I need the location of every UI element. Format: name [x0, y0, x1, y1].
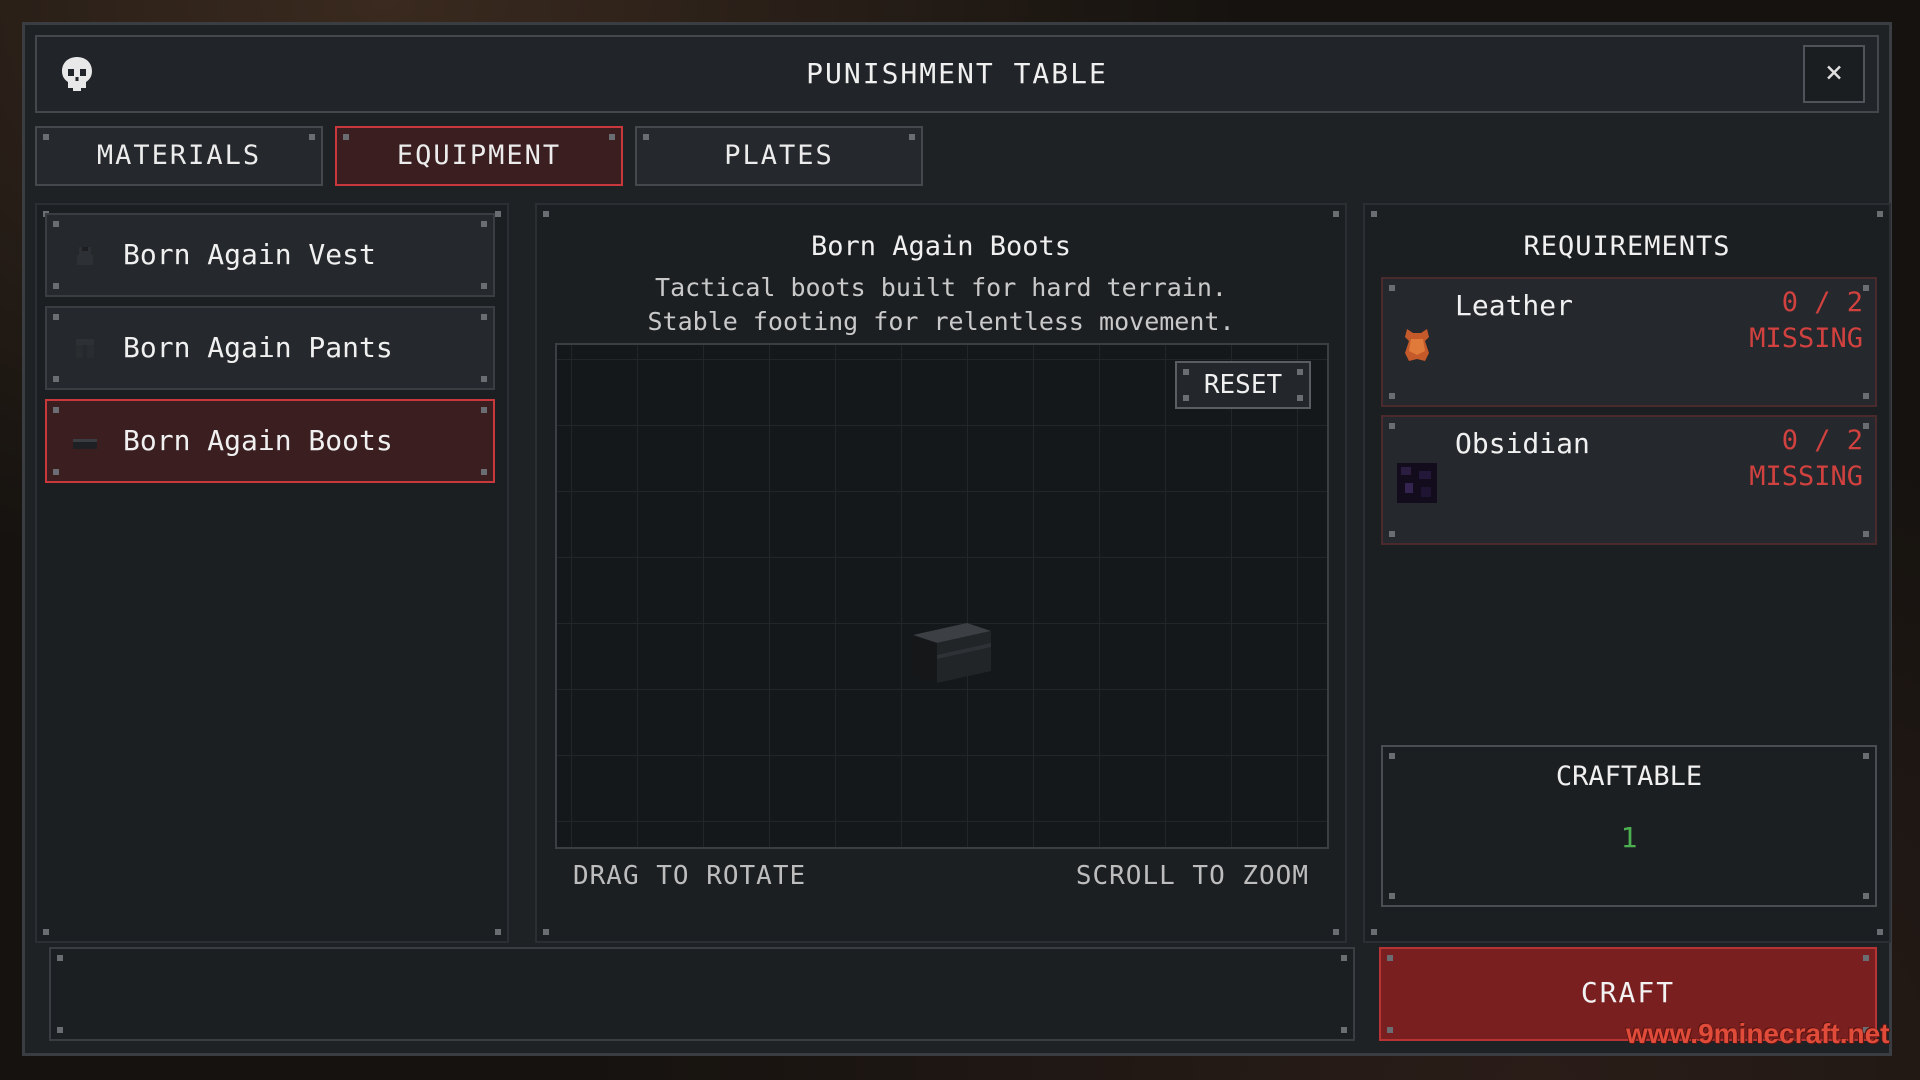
punishment-table-window: PUNISHMENT TABLE × MATERIALS EQUIPMENT P…: [22, 22, 1892, 1056]
requirements-panel: REQUIREMENTS Leather 0 / 2 MISSING Obsid…: [1363, 203, 1891, 943]
tab-materials[interactable]: MATERIALS: [35, 126, 323, 186]
requirement-leather: Leather 0 / 2 MISSING: [1381, 277, 1877, 407]
list-item-born-again-pants[interactable]: Born Again Pants: [45, 306, 495, 390]
list-item-born-again-boots[interactable]: Born Again Boots: [45, 399, 495, 483]
leather-icon: [1405, 329, 1429, 361]
3d-model-viewport[interactable]: RESET: [555, 343, 1329, 849]
watermark: www.9minecraft.net: [1626, 1018, 1890, 1049]
vest-icon: [73, 247, 97, 265]
pants-icon: [76, 339, 94, 358]
tab-equipment[interactable]: EQUIPMENT: [335, 126, 623, 186]
title-bar: PUNISHMENT TABLE ×: [35, 35, 1879, 113]
requirement-obsidian: Obsidian 0 / 2 MISSING: [1381, 415, 1877, 545]
equipment-list-panel: Born Again Vest Born Again Pants Born Ag…: [35, 203, 509, 943]
window-title: PUNISHMENT TABLE: [806, 57, 1108, 90]
preview-panel: Born Again Boots Tactical boots built fo…: [535, 203, 1347, 943]
list-item-born-again-vest[interactable]: Born Again Vest: [45, 213, 495, 297]
output-slot-bar: [49, 947, 1355, 1041]
craftable-label: CRAFTABLE: [1555, 761, 1703, 792]
reset-button[interactable]: RESET: [1175, 361, 1311, 409]
requirement-name: Obsidian: [1455, 427, 1590, 460]
description-line-2: Stable footing for relentless movement.: [647, 307, 1235, 336]
description-line-1: Tactical boots built for hard terrain.: [655, 273, 1227, 302]
obsidian-icon: [1397, 463, 1437, 503]
requirements-title: REQUIREMENTS: [1523, 231, 1731, 262]
drag-to-rotate-hint: DRAG TO ROTATE: [573, 861, 807, 891]
scroll-to-zoom-hint: SCROLL TO ZOOM: [1075, 861, 1309, 891]
list-item-label: Born Again Vest: [123, 238, 376, 271]
requirement-status: MISSING: [1749, 323, 1863, 354]
preview-title: Born Again Boots: [810, 231, 1072, 262]
requirement-count: 0 / 2: [1781, 287, 1863, 318]
requirement-name: Leather: [1455, 289, 1574, 322]
boots-model: [913, 623, 991, 683]
tab-plates[interactable]: PLATES: [635, 126, 923, 186]
craftable-count: 1: [1620, 821, 1638, 854]
preview-description: Tactical boots built for hard terrain. S…: [537, 271, 1345, 339]
list-item-label: Born Again Boots: [123, 424, 393, 457]
list-item-label: Born Again Pants: [123, 331, 393, 364]
requirement-status: MISSING: [1749, 461, 1863, 492]
craftable-box: CRAFTABLE 1: [1381, 745, 1877, 907]
close-button[interactable]: ×: [1803, 45, 1865, 103]
boots-icon: [73, 439, 97, 449]
requirement-count: 0 / 2: [1781, 425, 1863, 456]
